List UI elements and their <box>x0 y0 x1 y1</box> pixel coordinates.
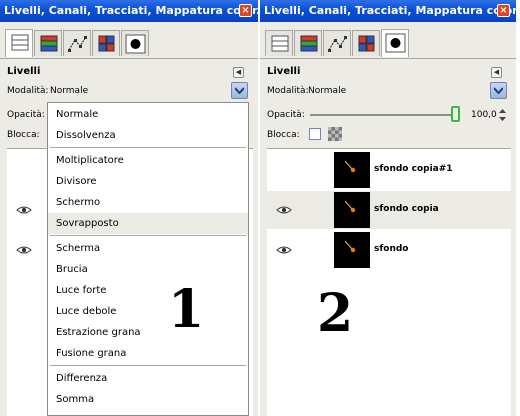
tab-layers[interactable] <box>5 29 33 57</box>
paths-icon <box>328 36 347 52</box>
dropdown-separator <box>50 235 246 236</box>
dropdown-item[interactable]: Scherma <box>48 238 248 259</box>
section-title: Livelli <box>7 66 41 77</box>
spinner-arrows-icon <box>499 109 506 121</box>
opacity-slider-handle[interactable] <box>451 106 460 122</box>
dropdown-item[interactable]: Somma <box>48 389 248 410</box>
checkerboard-icon[interactable] <box>328 127 342 141</box>
tab-layers[interactable] <box>265 30 293 56</box>
lock-label: Blocca: <box>267 130 300 140</box>
layer-thumbnail <box>334 232 370 268</box>
layer-row[interactable]: sfondo <box>267 231 511 269</box>
dropdown-item[interactable]: Dissolvenza <box>48 125 248 146</box>
chevron-down-icon <box>494 87 503 94</box>
layer-thumbnail <box>334 192 370 228</box>
layer-row[interactable]: sfondo copia#1 <box>267 151 511 189</box>
mode-dropdown-menu[interactable]: Normale Dissolvenza Moltiplicatore Divisore… <box>47 102 249 416</box>
mode-dropdown-button[interactable] <box>231 82 248 99</box>
window-title: Livelli, Canali, Tracciati, Mappatura co… <box>260 0 516 22</box>
dropdown-item[interactable]: Estrazione grana <box>48 322 248 343</box>
tab-brushes[interactable] <box>381 29 409 57</box>
layer-thumbnail <box>334 152 370 188</box>
dock-tabs <box>260 26 516 59</box>
dropdown-item[interactable]: Luce forte <box>48 280 248 301</box>
layers-dock-left: Livelli, Canali, Tracciati, Mappatura co… <box>0 0 258 416</box>
step-number: 2 <box>317 283 354 344</box>
eye-icon[interactable] <box>16 205 32 215</box>
dropdown-separator <box>50 147 246 148</box>
mode-label: Modalità: <box>267 86 309 96</box>
layers-icon <box>271 35 289 52</box>
dropdown-separator <box>50 365 246 366</box>
opacity-value[interactable]: 100,0 <box>471 110 497 120</box>
mode-dropdown-button[interactable] <box>490 82 507 99</box>
tab-colormap[interactable] <box>92 30 120 56</box>
eye-icon[interactable] <box>16 245 32 255</box>
step-number: 1 <box>168 279 205 340</box>
layer-name: sfondo copia#1 <box>374 164 453 174</box>
dropdown-item[interactable]: Divisore <box>48 171 248 192</box>
dropdown-item[interactable]: Moltiplicatore <box>48 150 248 171</box>
brush-stroke-icon <box>344 160 356 173</box>
section-title: Livelli <box>267 66 301 77</box>
dropdown-item[interactable]: Schermo <box>48 192 248 213</box>
dropdown-item[interactable]: Fusione grana <box>48 343 248 364</box>
tab-paths[interactable] <box>323 30 351 56</box>
dropdown-item[interactable]: Luce debole <box>48 301 248 322</box>
brush-icon <box>125 34 146 54</box>
layers-list: sfondo copia#1 sfondo copia sfondo <box>267 148 511 416</box>
tab-menu-button[interactable]: ◀ <box>491 67 502 78</box>
lock-label: Blocca: <box>7 130 40 140</box>
lock-pixels-checkbox[interactable] <box>309 128 321 140</box>
mode-value: Normale <box>308 86 347 96</box>
colormap-icon <box>98 35 115 52</box>
mode-label: Modalità: <box>7 86 49 96</box>
layer-row[interactable]: sfondo copia <box>267 191 511 229</box>
layer-name: sfondo <box>374 244 409 254</box>
opacity-label: Opacità: <box>7 110 45 120</box>
eye-icon[interactable] <box>276 205 292 215</box>
tab-channels[interactable] <box>294 30 322 56</box>
colormap-icon <box>358 35 375 52</box>
dropdown-item[interactable]: Brucia <box>48 259 248 280</box>
opacity-slider-track[interactable] <box>310 114 460 116</box>
tab-brushes[interactable] <box>121 30 149 56</box>
layer-name: sfondo copia <box>374 204 439 214</box>
dropdown-item[interactable]: Normale <box>48 104 248 125</box>
brush-stroke-icon <box>344 200 356 213</box>
close-button[interactable]: × <box>497 4 510 17</box>
tab-paths[interactable] <box>63 30 91 56</box>
opacity-label: Opacità: <box>267 110 305 120</box>
tab-channels[interactable] <box>34 30 62 56</box>
close-button[interactable]: × <box>239 4 252 17</box>
tab-colormap[interactable] <box>352 30 380 56</box>
layers-dock-right: Livelli, Canali, Tracciati, Mappatura co… <box>260 0 516 416</box>
dropdown-item[interactable]: Differenza <box>48 368 248 389</box>
tab-menu-button[interactable]: ◀ <box>233 67 244 78</box>
window-title: Livelli, Canali, Tracciati, Mappatura co… <box>0 0 258 22</box>
layers-icon <box>11 34 29 51</box>
chevron-down-icon <box>235 87 244 94</box>
paths-icon <box>68 36 87 52</box>
visibility-toggle[interactable] <box>276 165 292 175</box>
dropdown-item[interactable]: Sovrapposto <box>48 213 248 234</box>
opacity-spinner[interactable] <box>498 107 507 123</box>
brush-icon <box>385 33 406 53</box>
eye-icon[interactable] <box>276 245 292 255</box>
brush-stroke-icon <box>344 240 356 253</box>
dock-tabs <box>0 26 258 59</box>
channels-icon <box>300 35 318 52</box>
channels-icon <box>40 35 58 52</box>
mode-value: Normale <box>50 86 89 96</box>
